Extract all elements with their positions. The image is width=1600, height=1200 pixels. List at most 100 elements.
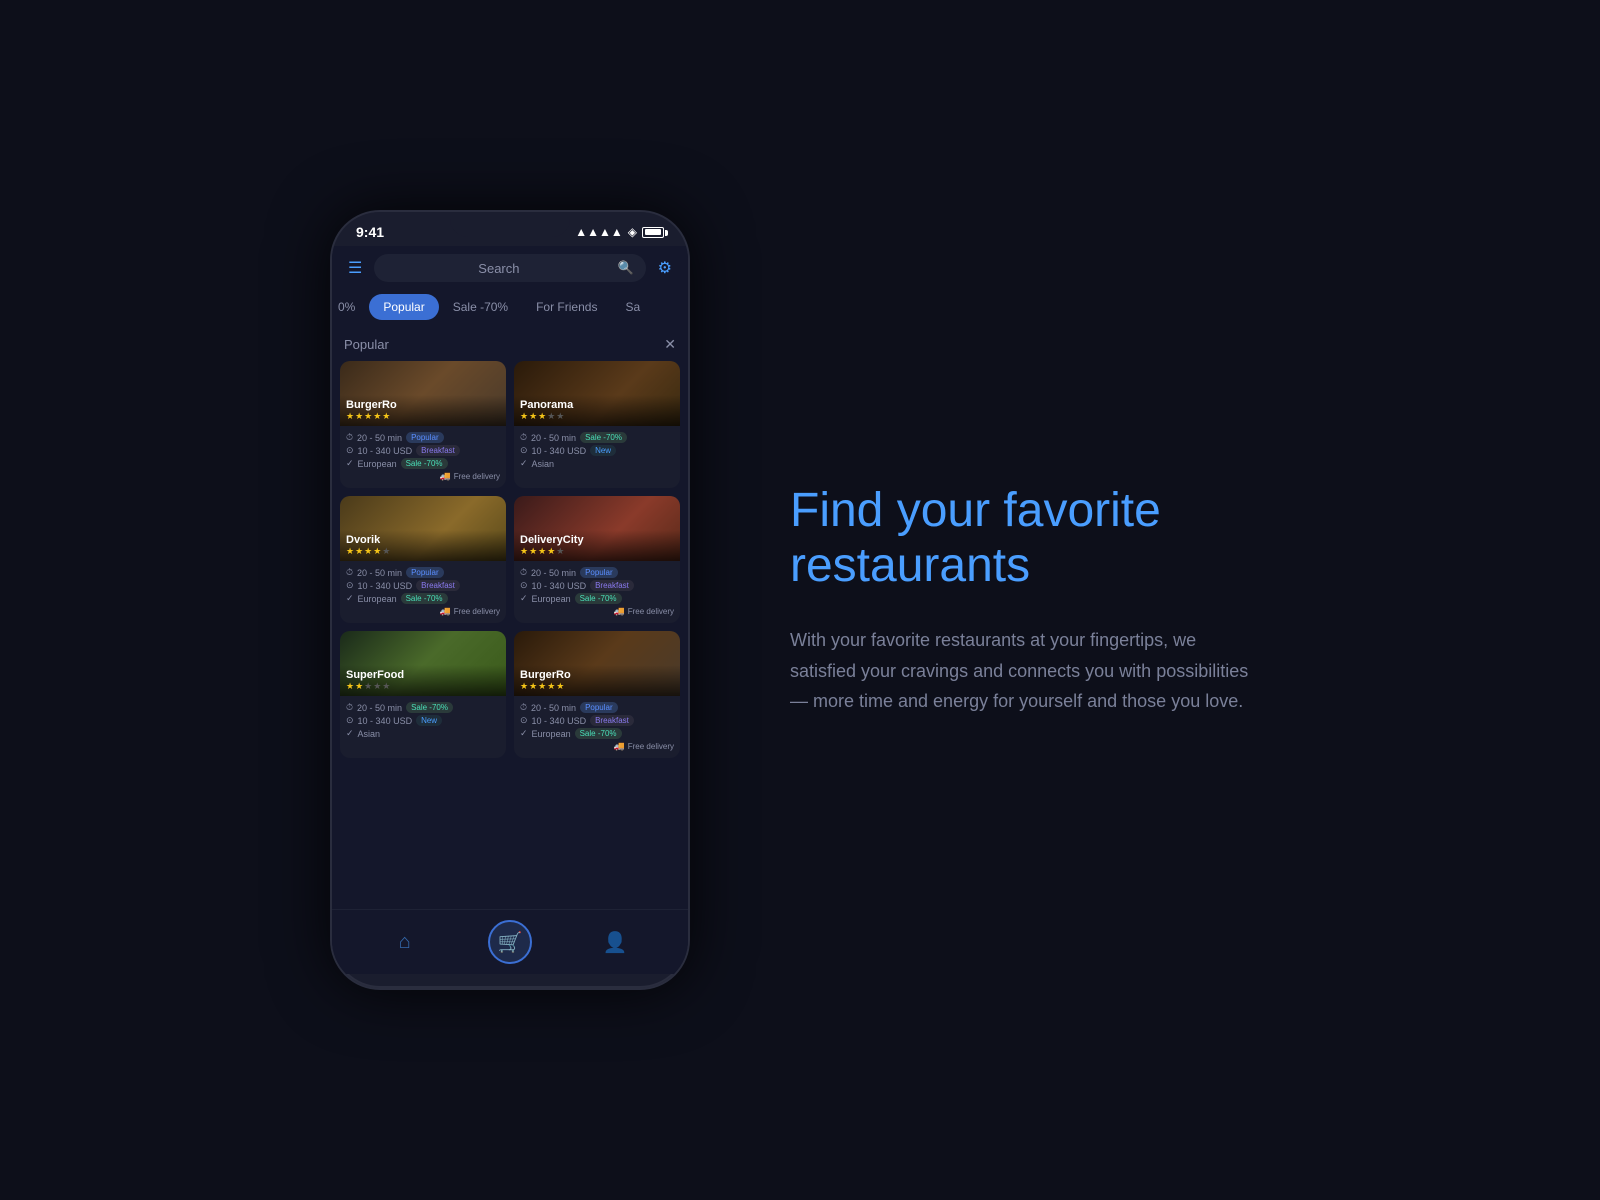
- free-delivery-text-dc: Free delivery: [628, 607, 674, 616]
- wifi-icon: ◈: [628, 225, 637, 239]
- restaurant-grid: Popular ✕ BurgerRo ★★★★★: [332, 324, 688, 909]
- badge-popular-b2: Popular: [580, 702, 618, 713]
- card-name-superfood: SuperFood: [346, 669, 500, 681]
- badge-new-p: New: [590, 445, 616, 456]
- badge-popular-dc: Popular: [580, 567, 618, 578]
- badge-sale-dc: Sale -70%: [575, 593, 622, 604]
- restaurant-card-burgerro-1[interactable]: BurgerRo ★★★★★ ⏱ 20 - 50 min Popular: [340, 361, 506, 488]
- time-icon-d: ⏱: [346, 567, 353, 578]
- card-stars-burgerro-1: ★★★★★: [346, 411, 500, 422]
- tab-0-percent[interactable]: 0%: [332, 294, 369, 320]
- delivery-icon-b2: 🚚: [614, 741, 625, 752]
- badge-sale-d: Sale -70%: [401, 593, 448, 604]
- card-info-burgerro-2: ⏱ 20 - 50 min Popular ⊙ 10 - 340 USD Bre…: [514, 696, 680, 758]
- time-text-b2: 20 - 50 min: [531, 703, 576, 713]
- filter-icon[interactable]: ⚙: [654, 254, 676, 282]
- profile-icon: 👤: [603, 930, 628, 955]
- badge-sale-sf: Sale -70%: [406, 702, 453, 713]
- time-icon-dc: ⏱: [520, 567, 527, 578]
- cuisine-text-p: Asian: [532, 459, 555, 469]
- badge-sale-p: Sale -70%: [580, 432, 627, 443]
- card-image-dvorik: Dvorik ★★★★★: [340, 496, 506, 561]
- nav-home[interactable]: ⌂: [383, 920, 427, 964]
- nav-profile[interactable]: 👤: [593, 920, 637, 964]
- time-icon-sf: ⏱: [346, 702, 353, 713]
- price-text-sf: 10 - 340 USD: [358, 716, 413, 726]
- card-image-burgerro-1: BurgerRo ★★★★★: [340, 361, 506, 426]
- restaurant-card-delivery-city[interactable]: DeliveryCity ★★★★★ ⏱ 20 - 50 min Popular: [514, 496, 680, 623]
- badge-breakfast-d: Breakfast: [416, 580, 460, 591]
- time-icon-b2: ⏱: [520, 702, 527, 713]
- cuisine-icon: ✓: [346, 458, 354, 469]
- price-icon-d: ⊙: [346, 580, 354, 591]
- restaurant-grid-two-col: BurgerRo ★★★★★ ⏱ 20 - 50 min Popular: [340, 361, 680, 758]
- category-tabs: 0% Popular Sale -70% For Friends Sa: [332, 290, 688, 324]
- badge-breakfast-b2: Breakfast: [590, 715, 634, 726]
- delivery-icon: 🚚: [440, 471, 451, 482]
- time-icon: ⏱: [346, 432, 353, 443]
- badge-breakfast: Breakfast: [416, 445, 460, 456]
- search-input-placeholder[interactable]: Search: [386, 261, 611, 276]
- cuisine-text-sf: Asian: [358, 729, 381, 739]
- delivery-icon-dc: 🚚: [614, 606, 625, 617]
- price-icon-dc: ⊙: [520, 580, 528, 591]
- time-icon-p: ⏱: [520, 432, 527, 443]
- cuisine-text: European: [358, 459, 397, 469]
- card-info-burgerro-1: ⏱ 20 - 50 min Popular ⊙ 10 - 340 USD Bre…: [340, 426, 506, 488]
- cuisine-text-d: European: [358, 594, 397, 604]
- price-text-p: 10 - 340 USD: [532, 446, 587, 456]
- card-image-delivery-city: DeliveryCity ★★★★★: [514, 496, 680, 561]
- search-icon[interactable]: 🔍: [617, 260, 633, 276]
- time-text-dc: 20 - 50 min: [531, 568, 576, 578]
- free-delivery-text-d: Free delivery: [454, 607, 500, 616]
- price-icon: ⊙: [346, 445, 354, 456]
- app-header: ☰ Search 🔍 ⚙: [332, 246, 688, 290]
- card-name-burgerro-1: BurgerRo: [346, 399, 500, 411]
- tab-popular[interactable]: Popular: [369, 294, 438, 320]
- nav-cart[interactable]: 🛒: [488, 920, 532, 964]
- cuisine-text-dc: European: [532, 594, 571, 604]
- popular-section-label: Popular: [344, 337, 389, 352]
- card-stars-burgerro-2: ★★★★★: [520, 681, 674, 692]
- card-name-delivery-city: DeliveryCity: [520, 534, 674, 546]
- restaurant-card-dvorik[interactable]: Dvorik ★★★★★ ⏱ 20 - 50 min Popular: [340, 496, 506, 623]
- status-icons: ▲▲▲▲ ◈: [575, 225, 664, 239]
- time-text: 20 - 50 min: [357, 433, 402, 443]
- price-text: 10 - 340 USD: [358, 446, 413, 456]
- card-info-dvorik: ⏱ 20 - 50 min Popular ⊙ 10 - 340 USD Bre…: [340, 561, 506, 623]
- tab-sale[interactable]: Sale -70%: [439, 294, 522, 320]
- card-name-burgerro-2: BurgerRo: [520, 669, 674, 681]
- time-text-p: 20 - 50 min: [531, 433, 576, 443]
- tab-for-friends[interactable]: For Friends: [522, 294, 611, 320]
- close-popular-button[interactable]: ✕: [664, 336, 676, 353]
- cuisine-text-b2: European: [532, 729, 571, 739]
- time-text-d: 20 - 50 min: [357, 568, 402, 578]
- free-delivery-text: Free delivery: [454, 472, 500, 481]
- restaurant-card-burgerro-2[interactable]: BurgerRo ★★★★★ ⏱ 20 - 50 min Popular: [514, 631, 680, 758]
- restaurant-card-panorama[interactable]: Panorama ★★★★★ ⏱ 20 - 50 min Sale -70%: [514, 361, 680, 488]
- popular-header: Popular ✕: [340, 332, 680, 361]
- page-container: 9:41 ▲▲▲▲ ◈ ☰ Search 🔍 ⚙: [0, 0, 1600, 1200]
- bottom-nav: ⌂ 🛒 👤: [332, 909, 688, 974]
- card-info-superfood: ⏱ 20 - 50 min Sale -70% ⊙ 10 - 340 USD N…: [340, 696, 506, 747]
- card-name-panorama: Panorama: [520, 399, 674, 411]
- restaurant-card-superfood[interactable]: SuperFood ★★★★★ ⏱ 20 - 50 min Sale -70%: [340, 631, 506, 758]
- cart-icon: 🛒: [498, 930, 523, 955]
- tab-sa[interactable]: Sa: [611, 294, 654, 320]
- badge-breakfast-dc: Breakfast: [590, 580, 634, 591]
- search-bar[interactable]: Search 🔍: [374, 254, 645, 282]
- status-time: 9:41: [356, 224, 384, 240]
- card-stars-delivery-city: ★★★★★: [520, 546, 674, 557]
- menu-icon[interactable]: ☰: [344, 254, 366, 282]
- price-icon-sf: ⊙: [346, 715, 354, 726]
- signal-icon: ▲▲▲▲: [575, 225, 623, 239]
- phone-content: ☰ Search 🔍 ⚙ 0% Popular Sale -70% For Fr…: [332, 246, 688, 974]
- free-delivery-text-b2: Free delivery: [628, 742, 674, 751]
- home-icon: ⌂: [399, 931, 411, 954]
- price-text-d: 10 - 340 USD: [358, 581, 413, 591]
- card-stars-dvorik: ★★★★★: [346, 546, 500, 557]
- badge-popular-d: Popular: [406, 567, 444, 578]
- card-stars-panorama: ★★★★★: [520, 411, 674, 422]
- cuisine-icon-p: ✓: [520, 458, 528, 469]
- card-image-panorama: Panorama ★★★★★: [514, 361, 680, 426]
